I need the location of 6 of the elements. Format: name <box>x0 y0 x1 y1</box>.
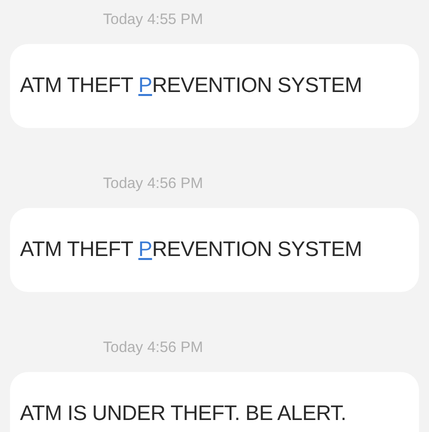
timestamp: Today 4:55 PM <box>102 10 204 30</box>
message-text: ATM THEFT PREVENTION SYSTEM <box>20 237 362 264</box>
message-text: ATM IS UNDER THEFT. BE ALERT. <box>20 401 346 428</box>
timestamp: Today 4:56 PM <box>102 338 204 358</box>
message-text: ATM THEFT PREVENTION SYSTEM <box>20 73 362 100</box>
timestamp: Today 4:56 PM <box>102 174 204 194</box>
